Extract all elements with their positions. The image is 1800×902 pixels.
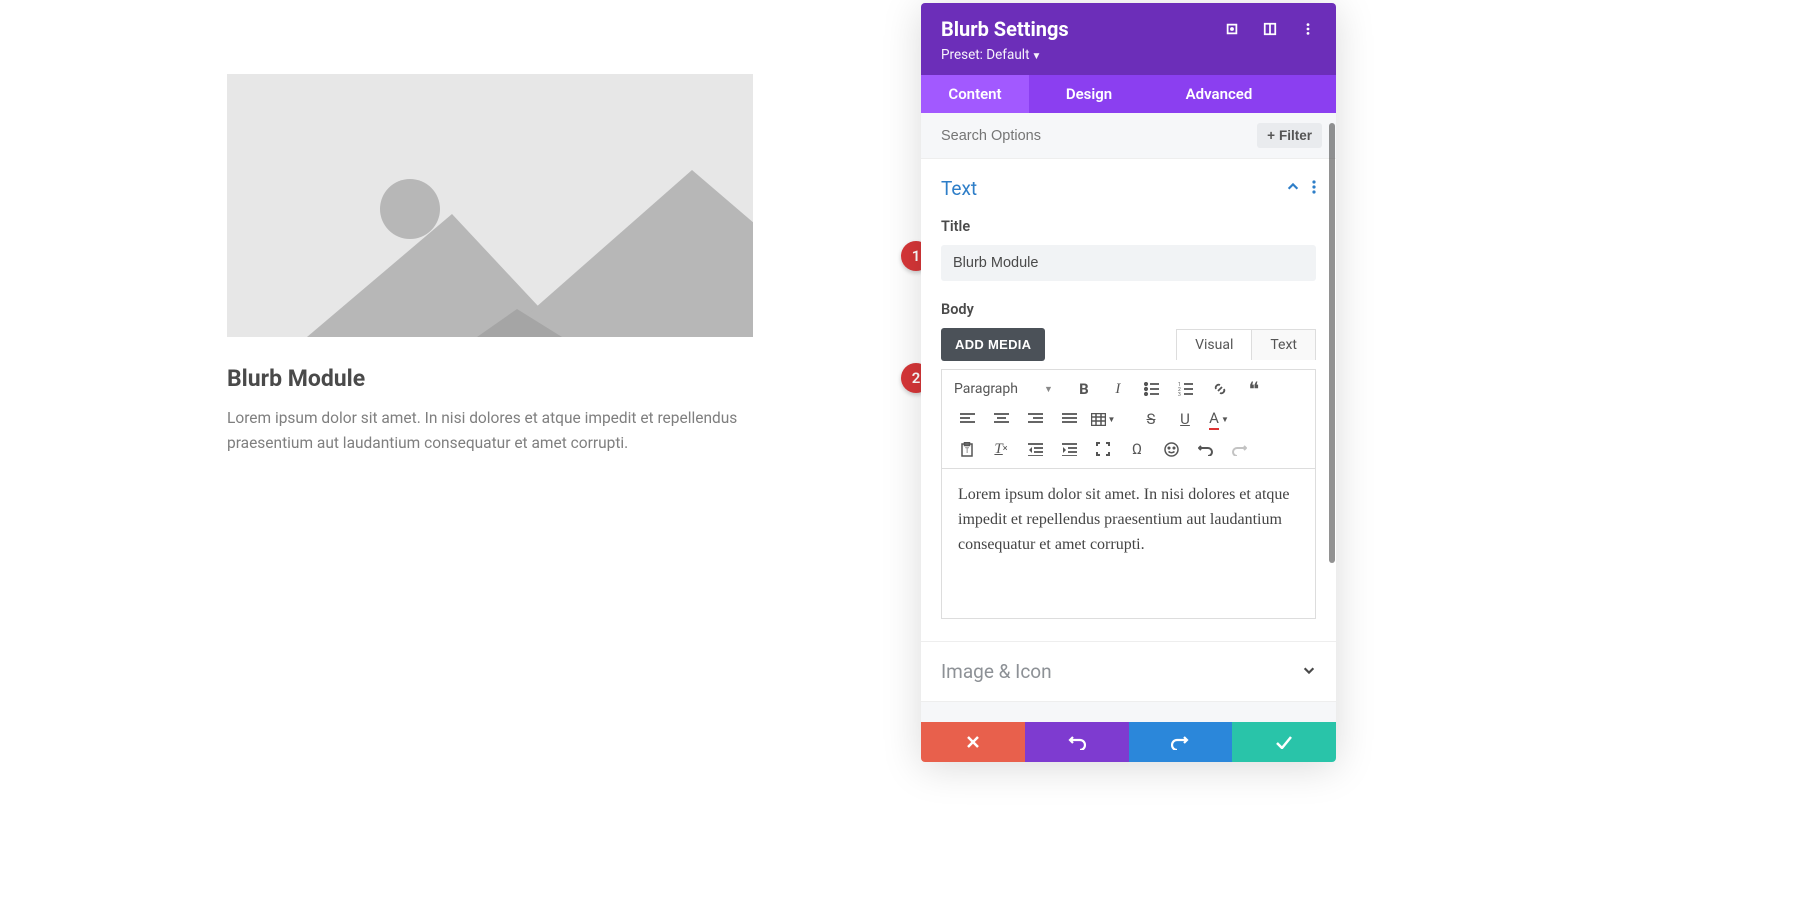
columns-icon[interactable] [1262, 21, 1278, 37]
clear-format-icon[interactable]: T× [984, 436, 1018, 462]
section-text: Text Title Body ADD MEDIA Visual Text [921, 159, 1336, 642]
fullscreen-icon[interactable] [1086, 436, 1120, 462]
indent-icon[interactable] [1052, 436, 1086, 462]
chevron-up-icon[interactable] [1286, 179, 1300, 198]
section-text-header[interactable]: Text [921, 159, 1336, 218]
footer-redo-button[interactable] [1129, 722, 1233, 762]
underline-icon[interactable]: U [1168, 406, 1202, 432]
quote-icon[interactable]: ❝ [1237, 376, 1271, 402]
more-icon[interactable] [1300, 21, 1316, 37]
title-field-label: Title [941, 218, 1316, 235]
section-image-icon-title: Image & Icon [941, 660, 1052, 683]
section-image-icon-header[interactable]: Image & Icon [921, 642, 1336, 701]
settings-panel: Blurb Settings Preset: Default▼ Content … [921, 3, 1336, 762]
add-media-button[interactable]: ADD MEDIA [941, 328, 1045, 361]
preview-body: Lorem ipsum dolor sit amet. In nisi dolo… [227, 406, 753, 456]
numbered-list-icon[interactable]: 123 [1169, 376, 1203, 402]
editor-tab-text[interactable]: Text [1252, 329, 1316, 360]
outdent-icon[interactable] [1018, 436, 1052, 462]
body-field-label: Body [941, 301, 1316, 318]
panel-footer [921, 722, 1336, 762]
redo-icon[interactable] [1222, 436, 1256, 462]
expand-icon[interactable] [1224, 21, 1240, 37]
title-input[interactable] [941, 245, 1316, 281]
search-input[interactable] [941, 128, 1257, 144]
scrollbar[interactable] [1329, 123, 1335, 563]
placeholder-image [227, 74, 753, 337]
tab-content[interactable]: Content [921, 75, 1029, 113]
cancel-button[interactable] [921, 722, 1025, 762]
align-left-icon[interactable] [950, 406, 984, 432]
tab-advanced[interactable]: Advanced [1149, 75, 1289, 113]
link-icon[interactable] [1203, 376, 1237, 402]
section-more-icon[interactable] [1312, 179, 1316, 198]
italic-icon[interactable]: I [1101, 376, 1135, 402]
align-justify-icon[interactable] [1052, 406, 1086, 432]
align-right-icon[interactable] [1018, 406, 1052, 432]
panel-title: Blurb Settings [941, 17, 1069, 41]
paste-text-icon[interactable]: T [950, 436, 984, 462]
bold-icon[interactable]: B [1067, 376, 1101, 402]
preview-title: Blurb Module [227, 365, 753, 392]
save-button[interactable] [1232, 722, 1336, 762]
bullet-list-icon[interactable] [1135, 376, 1169, 402]
tab-design[interactable]: Design [1029, 75, 1149, 113]
format-select[interactable]: Paragraph▼ [950, 376, 1057, 402]
chevron-down-icon[interactable] [1302, 662, 1316, 681]
strikethrough-icon[interactable]: S [1134, 406, 1168, 432]
editor-tab-visual[interactable]: Visual [1176, 329, 1252, 360]
section-text-title: Text [941, 177, 977, 200]
footer-undo-button[interactable] [1025, 722, 1129, 762]
blurb-preview: Blurb Module Lorem ipsum dolor sit amet.… [227, 74, 753, 456]
search-row: +Filter [921, 113, 1336, 159]
panel-tabs: Content Design Advanced [921, 75, 1336, 113]
filter-label: Filter [1279, 128, 1312, 143]
body-editor-content[interactable]: Lorem ipsum dolor sit amet. In nisi dolo… [941, 469, 1316, 619]
panel-header: Blurb Settings Preset: Default▼ [921, 3, 1336, 75]
align-center-icon[interactable] [984, 406, 1018, 432]
section-image-icon: Image & Icon [921, 642, 1336, 702]
filter-button[interactable]: +Filter [1257, 123, 1322, 148]
format-select-label: Paragraph [954, 381, 1018, 397]
undo-icon[interactable] [1188, 436, 1222, 462]
svg-text:3: 3 [1178, 392, 1181, 396]
emoji-icon[interactable] [1154, 436, 1188, 462]
table-icon[interactable]: ▼ [1086, 406, 1120, 432]
svg-text:T: T [965, 447, 970, 455]
special-char-icon[interactable]: Ω [1120, 436, 1154, 462]
preset-label: Preset: Default [941, 47, 1029, 63]
editor-toolbar: Paragraph▼ B I 123 ❝ ▼ S U [941, 369, 1316, 469]
text-color-icon[interactable]: A▼ [1202, 406, 1236, 432]
preset-selector[interactable]: Preset: Default▼ [941, 47, 1316, 63]
